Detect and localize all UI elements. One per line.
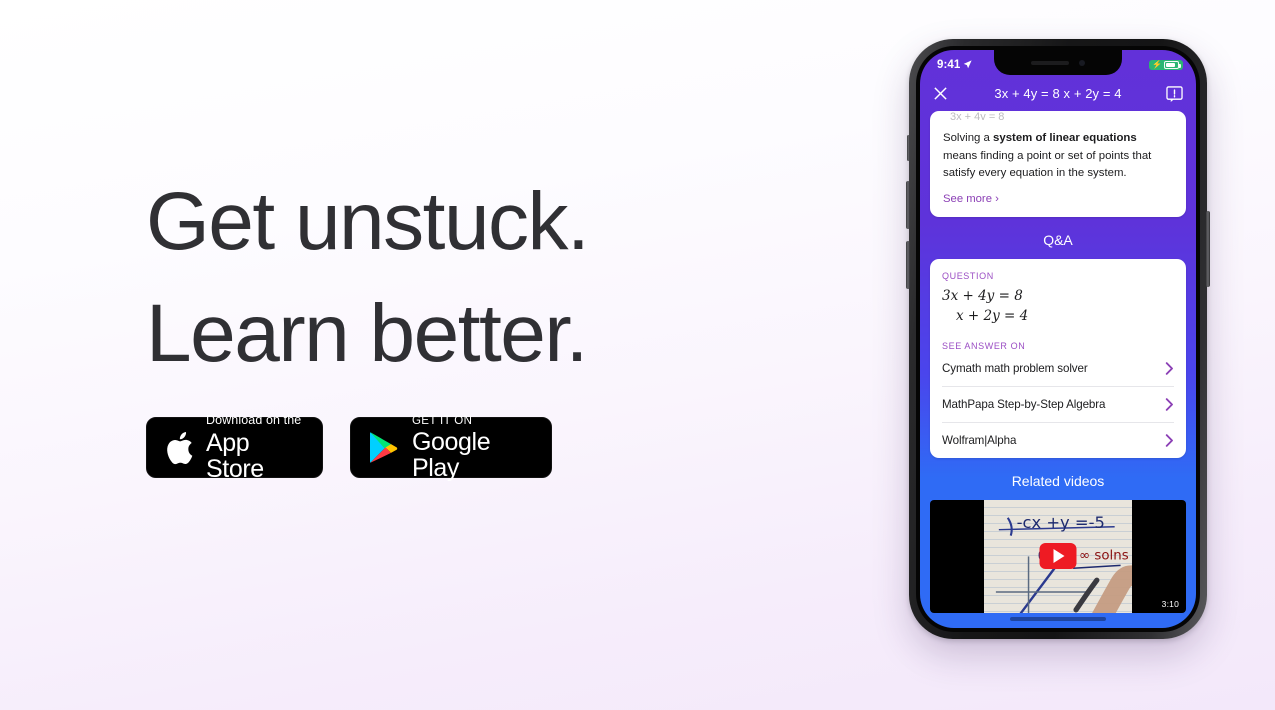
- knowledge-body-lead: Solving a: [943, 132, 994, 144]
- answer-source-label: Cymath math problem solver: [942, 361, 1088, 375]
- status-bar-time: 9:41: [937, 58, 961, 71]
- hero-headline-line-2: Learn better.: [146, 287, 588, 379]
- question-label: QUESTION: [942, 271, 994, 282]
- chevron-right-icon: [1165, 433, 1173, 447]
- google-play-badge-small-label: GET IT ON: [412, 414, 473, 427]
- google-play-badge-main-label: Google Play: [412, 427, 491, 483]
- feedback-icon[interactable]: [1166, 85, 1183, 102]
- front-camera-icon: [1079, 59, 1085, 66]
- see-answer-on-label: SEE ANSWER ON: [942, 340, 1026, 351]
- store-badge-group: Download on the App Store GET IT ON Goog…: [146, 413, 552, 482]
- chevron-right-icon: [1165, 361, 1173, 375]
- equation-line-1: 3x + 4y = 8: [942, 288, 1023, 305]
- phone-mockup: 9:41 ⚡ 3x + 4y = 8 x + 2y = 4 3x + 4y = …: [906, 39, 1210, 639]
- app-store-badge-small-label: Download on the: [206, 412, 302, 427]
- answer-source-row[interactable]: Wolfram|Alpha: [942, 423, 1174, 458]
- phone-volume-up-button[interactable]: [906, 181, 910, 229]
- knowledge-body-rest: means finding a point or set of points t…: [943, 149, 1152, 180]
- bolt-glyph: ⚡: [1152, 59, 1162, 69]
- svg-text:-cx +y =-5: -cx +y =-5: [1016, 513, 1104, 532]
- app-store-badge-main-label: App Store: [206, 428, 264, 483]
- question-equations: 3x + 4y = 8 x + 2y = 4: [942, 286, 1174, 327]
- phone-volume-down-button[interactable]: [906, 241, 910, 289]
- videos-section-title: Related videos: [1011, 472, 1105, 489]
- knowledge-card-clipped-line: 3x + 4y = 8: [950, 111, 1005, 120]
- google-play-badge[interactable]: GET IT ON Google Play: [350, 414, 552, 481]
- phone-screen: 9:41 ⚡ 3x + 4y = 8 x + 2y = 4 3x + 4y = …: [920, 50, 1196, 628]
- video-duration-badge: 3:10: [1161, 598, 1179, 609]
- battery-fill: [1166, 62, 1175, 67]
- apple-logo-icon: [167, 431, 193, 464]
- knowledge-card: 3x + 4y = 8 Solving a system of linear e…: [930, 111, 1186, 218]
- close-x-icon[interactable]: [933, 86, 948, 101]
- svg-text:∞ solns: ∞ solns: [1079, 548, 1129, 563]
- home-indicator[interactable]: [1010, 617, 1106, 621]
- chevron-right-icon: [1165, 397, 1173, 411]
- app-nav-bar: 3x + 4y = 8 x + 2y = 4: [920, 76, 1196, 111]
- hero-headline-line-1: Get unstuck.: [146, 176, 590, 267]
- answer-source-label: Wolfram|Alpha: [942, 433, 1017, 447]
- phone-bezel: 9:41 ⚡ 3x + 4y = 8 x + 2y = 4 3x + 4y = …: [916, 46, 1200, 632]
- answer-source-row[interactable]: MathPapa Step-by-Step Algebra: [942, 387, 1174, 423]
- play-triangle: [1053, 549, 1065, 564]
- phone-silent-switch[interactable]: [907, 135, 910, 161]
- qa-card: QUESTION 3x + 4y = 8 x + 2y = 4 SEE ANSW…: [930, 259, 1186, 458]
- status-bar-left: 9:41: [937, 58, 973, 71]
- hero-headline: Get unstuck. Learn better.: [146, 166, 786, 389]
- qa-section-title: Q&A: [1043, 232, 1073, 249]
- app-store-badge[interactable]: Download on the App Store: [146, 413, 323, 482]
- google-play-logo-icon: [370, 432, 398, 463]
- answer-source-row[interactable]: Cymath math problem solver: [942, 351, 1174, 387]
- knowledge-card-body: Solving a system of linear equations mea…: [943, 130, 1173, 183]
- knowledge-body-bold: system of linear equations: [993, 132, 1137, 144]
- answer-source-label: MathPapa Step-by-Step Algebra: [942, 397, 1106, 411]
- earpiece-speaker-icon: [1031, 60, 1069, 65]
- see-more-link[interactable]: See more ›: [943, 193, 1173, 205]
- phone-notch: [994, 50, 1122, 75]
- equation-line-2: x + 2y = 4: [956, 308, 1029, 325]
- location-arrow-icon: [964, 60, 973, 69]
- youtube-play-icon[interactable]: [1039, 543, 1077, 570]
- app-content-scroll[interactable]: 3x + 4y = 8 Solving a system of linear e…: [920, 111, 1196, 628]
- battery-charging-icon: ⚡: [1149, 59, 1183, 70]
- nav-bar-title: 3x + 4y = 8 x + 2y = 4: [994, 86, 1122, 101]
- phone-power-button[interactable]: [1206, 211, 1210, 287]
- related-video-item[interactable]: -cx +y =-5 0 =0 ∞ solns: [930, 499, 1186, 613]
- battery-shell-icon: [1164, 60, 1181, 69]
